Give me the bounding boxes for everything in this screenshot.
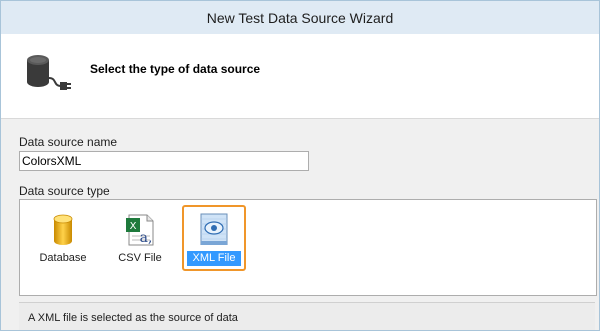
wizard-window: New Test Data Source Wizard Select the t… — [0, 0, 600, 331]
svg-text:X: X — [130, 221, 137, 232]
option-database[interactable]: Database — [32, 208, 94, 272]
svg-text:a,: a, — [140, 230, 153, 246]
option-database-label: Database — [39, 252, 87, 264]
data-source-name-input[interactable] — [19, 151, 309, 171]
option-xml-file[interactable]: XML File — [182, 205, 246, 271]
wizard-header: Select the type of data source — [1, 34, 599, 119]
database-plug-icon — [23, 52, 75, 92]
data-source-name-label: Data source name — [19, 135, 118, 149]
status-panel: A XML file is selected as the source of … — [19, 302, 595, 330]
data-source-type-list: Database X a, CSV File XML File — [19, 199, 597, 296]
data-source-type-label: Data source type — [19, 184, 110, 198]
option-csv-file[interactable]: X a, CSV File — [109, 208, 171, 272]
option-xml-file-label: XML File — [187, 251, 241, 266]
header-title: Select the type of data source — [90, 62, 261, 76]
status-text: A XML file is selected as the source of … — [28, 312, 238, 324]
database-icon — [32, 214, 94, 246]
window-title: New Test Data Source Wizard — [206, 9, 394, 26]
csv-file-icon: X a, — [109, 214, 171, 246]
title-bar[interactable]: New Test Data Source Wizard — [1, 1, 599, 34]
option-csv-file-label: CSV File — [118, 252, 162, 264]
xml-file-icon — [184, 213, 244, 246]
